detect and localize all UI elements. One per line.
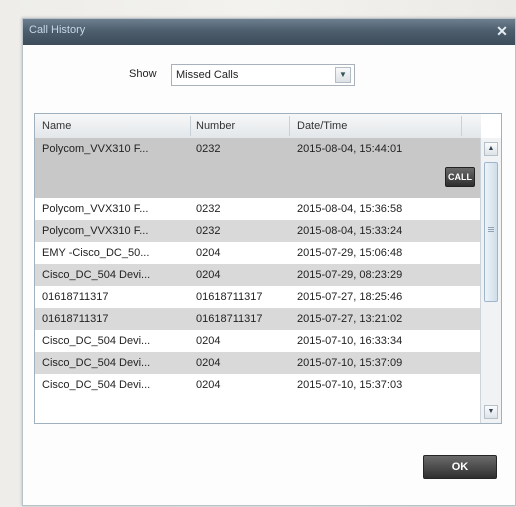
cell-datetime: 2015-07-10, 15:37:09 bbox=[297, 357, 403, 369]
column-header-datetime[interactable]: Date/Time bbox=[297, 120, 347, 132]
cell-number: 0204 bbox=[196, 247, 221, 259]
column-header-name[interactable]: Name bbox=[42, 120, 71, 132]
cell-datetime: 2015-07-29, 08:23:29 bbox=[297, 269, 403, 281]
column-divider bbox=[190, 116, 191, 136]
column-divider bbox=[461, 116, 462, 136]
scroll-up-icon[interactable]: ▲ bbox=[484, 142, 498, 156]
table-row[interactable]: Cisco_DC_504 Devi... 0204 2015-07-10, 15… bbox=[35, 352, 481, 374]
cell-number: 01618711317 bbox=[196, 291, 263, 303]
table-header: Name Number Date/Time bbox=[35, 114, 481, 139]
column-header-number[interactable]: Number bbox=[196, 120, 235, 132]
close-icon[interactable]: ✕ bbox=[493, 22, 511, 40]
dialog-titlebar[interactable]: Call History ✕ bbox=[23, 19, 515, 45]
cell-name: Polycom_VVX310 F... bbox=[42, 225, 149, 237]
cell-name: EMY -Cisco_DC_50... bbox=[42, 247, 150, 259]
cell-name: Cisco_DC_504 Devi... bbox=[42, 379, 151, 391]
call-history-table: Name Number Date/Time Polycom_VVX310 F..… bbox=[34, 113, 502, 424]
table-row-selected[interactable]: Polycom_VVX310 F... 0232 2015-08-04, 15:… bbox=[35, 138, 481, 198]
cell-number: 0232 bbox=[196, 203, 221, 215]
dialog-title: Call History bbox=[29, 24, 86, 36]
cell-datetime: 2015-07-27, 18:25:46 bbox=[297, 291, 403, 303]
scroll-down-icon[interactable]: ▼ bbox=[484, 405, 498, 419]
cell-number: 0232 bbox=[196, 143, 221, 155]
call-filter-select[interactable]: Missed Calls ▼ bbox=[171, 64, 355, 86]
cell-number: 0232 bbox=[196, 225, 221, 237]
cell-name: Polycom_VVX310 F... bbox=[42, 203, 149, 215]
scrollbar-thumb[interactable] bbox=[484, 162, 498, 302]
cell-number: 0204 bbox=[196, 379, 221, 391]
table-row[interactable]: Cisco_DC_504 Devi... 0204 2015-07-10, 16… bbox=[35, 330, 481, 352]
call-button[interactable]: CALL bbox=[445, 167, 475, 187]
cell-datetime: 2015-08-04, 15:33:24 bbox=[297, 225, 403, 237]
table-row[interactable]: EMY -Cisco_DC_50... 0204 2015-07-29, 15:… bbox=[35, 242, 481, 264]
cell-name: 01618711317 bbox=[42, 291, 109, 303]
table-row[interactable]: Polycom_VVX310 F... 0232 2015-08-04, 15:… bbox=[35, 220, 481, 242]
cell-number: 0204 bbox=[196, 335, 221, 347]
grip-icon bbox=[488, 227, 494, 228]
column-divider bbox=[289, 116, 290, 136]
show-label: Show bbox=[129, 68, 157, 80]
cell-datetime: 2015-07-10, 16:33:34 bbox=[297, 335, 403, 347]
cell-datetime: 2015-08-04, 15:36:58 bbox=[297, 203, 403, 215]
call-filter-value: Missed Calls bbox=[176, 69, 239, 81]
table-row[interactable]: Cisco_DC_504 Devi... 0204 2015-07-10, 15… bbox=[35, 374, 481, 396]
cell-name: Cisco_DC_504 Devi... bbox=[42, 357, 151, 369]
chevron-down-icon[interactable]: ▼ bbox=[335, 67, 351, 83]
cell-name: 01618711317 bbox=[42, 313, 109, 325]
cell-name: Cisco_DC_504 Devi... bbox=[42, 335, 151, 347]
cell-datetime: 2015-07-29, 15:06:48 bbox=[297, 247, 403, 259]
vertical-scrollbar[interactable]: ▲ ▼ bbox=[480, 138, 501, 423]
cell-name: Polycom_VVX310 F... bbox=[42, 143, 149, 155]
cell-name: Cisco_DC_504 Devi... bbox=[42, 269, 151, 281]
cell-datetime: 2015-07-10, 15:37:03 bbox=[297, 379, 403, 391]
table-row[interactable]: 01618711317 01618711317 2015-07-27, 18:2… bbox=[35, 286, 481, 308]
cell-number: 0204 bbox=[196, 357, 221, 369]
cell-number: 0204 bbox=[196, 269, 221, 281]
cell-number: 01618711317 bbox=[196, 313, 263, 325]
cell-datetime: 2015-07-27, 13:21:02 bbox=[297, 313, 403, 325]
ok-button[interactable]: OK bbox=[423, 455, 497, 479]
filter-row: Show Missed Calls ▼ bbox=[23, 64, 515, 86]
call-history-dialog: Call History ✕ Show Missed Calls ▼ Name … bbox=[22, 18, 516, 506]
table-row[interactable]: Polycom_VVX310 F... 0232 2015-08-04, 15:… bbox=[35, 198, 481, 220]
cell-datetime: 2015-08-04, 15:44:01 bbox=[297, 143, 403, 155]
table-body: Polycom_VVX310 F... 0232 2015-08-04, 15:… bbox=[35, 138, 481, 396]
table-row[interactable]: 01618711317 01618711317 2015-07-27, 13:2… bbox=[35, 308, 481, 330]
table-row[interactable]: Cisco_DC_504 Devi... 0204 2015-07-29, 08… bbox=[35, 264, 481, 286]
